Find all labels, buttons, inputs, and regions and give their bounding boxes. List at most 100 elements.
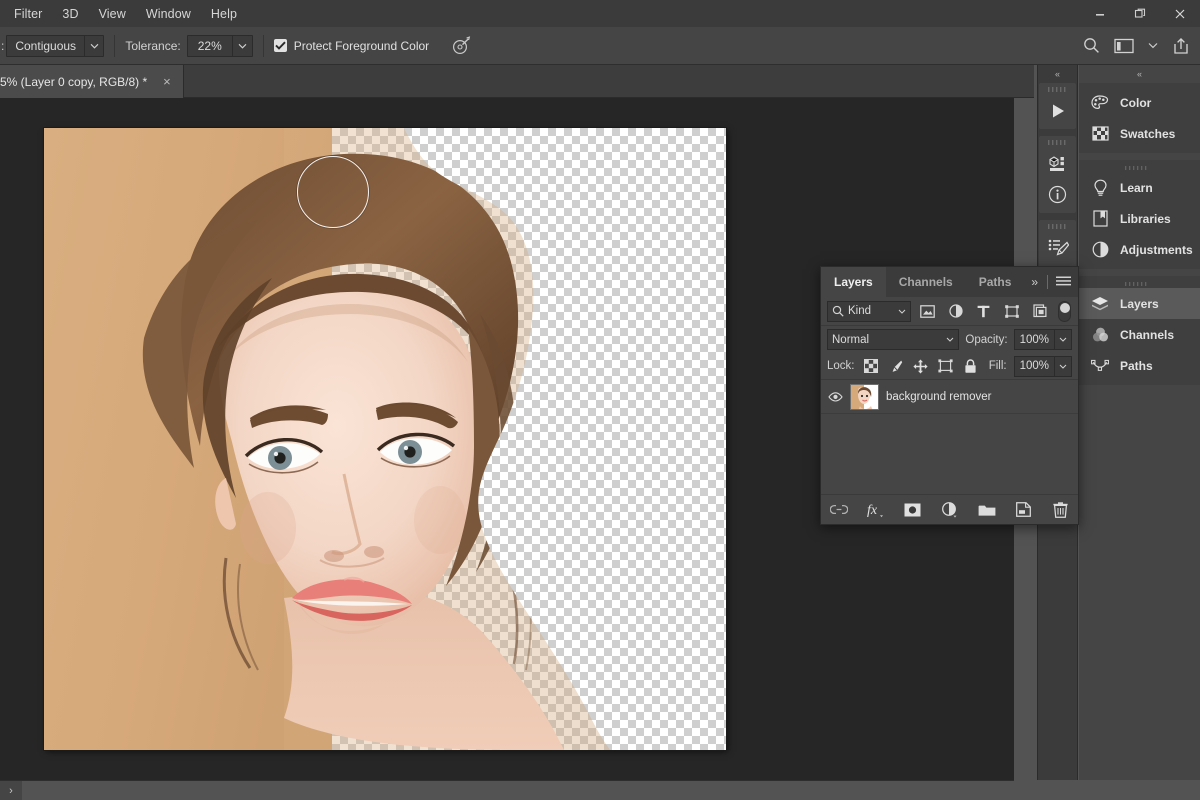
mini-dock-group-1 bbox=[1039, 83, 1076, 129]
panel-menu-icon[interactable] bbox=[1056, 276, 1071, 288]
close-icon bbox=[1175, 9, 1185, 18]
lock-transparency-button[interactable] bbox=[862, 357, 880, 376]
layer-style-fx-icon: fx bbox=[867, 503, 883, 518]
filter-enable-toggle[interactable] bbox=[1058, 300, 1071, 322]
filter-adjustment-button[interactable] bbox=[944, 301, 967, 322]
menu-item-window[interactable]: Window bbox=[136, 3, 201, 25]
tab-paths[interactable]: Paths bbox=[966, 267, 1025, 297]
tab-layers[interactable]: Layers bbox=[821, 267, 886, 297]
drag-grip-icon[interactable] bbox=[1047, 138, 1069, 147]
drag-grip-icon[interactable] bbox=[1079, 280, 1200, 288]
filter-kind-dropdown[interactable]: Kind bbox=[827, 300, 911, 322]
chevron-down-icon[interactable] bbox=[231, 35, 252, 56]
delete-layer-button[interactable] bbox=[1051, 500, 1071, 520]
brush-settings-button[interactable] bbox=[1039, 232, 1076, 263]
toggle-knob bbox=[1059, 302, 1070, 313]
rail-item-layers[interactable]: Layers bbox=[1079, 288, 1200, 319]
lock-row: Lock: Fill: 100% bbox=[821, 353, 1078, 380]
opacity-field[interactable]: 100% bbox=[1013, 329, 1072, 350]
minimize-button[interactable] bbox=[1080, 0, 1120, 27]
pressure-tablet-icon[interactable] bbox=[451, 35, 471, 56]
filter-smart-object-icon bbox=[1032, 304, 1047, 318]
swatches-grid-icon bbox=[1091, 126, 1109, 141]
artboard[interactable] bbox=[44, 128, 726, 750]
protect-foreground-checkbox-row[interactable]: Protect Foreground Color bbox=[273, 39, 429, 53]
rail-item-label: Channels bbox=[1120, 327, 1175, 342]
table-row[interactable]: background remover bbox=[821, 380, 1078, 414]
rail-item-adjustments[interactable]: Adjustments bbox=[1079, 234, 1200, 265]
close-button[interactable] bbox=[1160, 0, 1200, 27]
add-mask-button[interactable] bbox=[903, 500, 923, 520]
fill-field[interactable]: 100% bbox=[1013, 355, 1072, 377]
link-layers-button[interactable] bbox=[829, 500, 849, 520]
document-tab[interactable]: 5% (Layer 0 copy, RGB/8) * × bbox=[0, 65, 184, 98]
options-separator-1 bbox=[114, 34, 116, 57]
protect-foreground-checkbox[interactable] bbox=[273, 39, 287, 52]
filter-shape-button[interactable] bbox=[1000, 301, 1023, 322]
rail-item-label: Learn bbox=[1120, 180, 1153, 195]
lock-artboard-button[interactable] bbox=[937, 357, 955, 376]
lock-position-button[interactable] bbox=[912, 357, 930, 376]
search-icon bbox=[832, 305, 844, 317]
options-bar-right-icons bbox=[1083, 37, 1200, 55]
properties-3d-button[interactable] bbox=[1039, 148, 1076, 179]
new-layer-button[interactable] bbox=[1014, 500, 1034, 520]
portrait-image bbox=[44, 128, 610, 750]
layers-list[interactable]: background remover bbox=[821, 380, 1078, 494]
layer-style-fx-button[interactable]: fx bbox=[866, 500, 886, 520]
rail-item-label: Swatches bbox=[1120, 126, 1176, 141]
channels-venn-icon bbox=[1091, 327, 1109, 343]
lock-image-button[interactable] bbox=[887, 357, 905, 376]
document-tab-bar: 5% (Layer 0 copy, RGB/8) * × bbox=[0, 65, 1034, 98]
workspace-icon[interactable] bbox=[1114, 38, 1134, 54]
lock-position-icon bbox=[913, 359, 928, 373]
play-button[interactable] bbox=[1039, 95, 1076, 126]
rail-item-swatches[interactable]: Swatches bbox=[1079, 118, 1200, 149]
overflow-chevrons-icon[interactable]: » bbox=[1031, 275, 1039, 289]
menu-item-help[interactable]: Help bbox=[201, 3, 247, 25]
blend-mode-dropdown[interactable]: Normal bbox=[827, 329, 960, 350]
rail-item-channels[interactable]: Channels bbox=[1079, 319, 1200, 350]
drag-grip-icon[interactable] bbox=[1079, 164, 1200, 172]
lock-artboard-icon bbox=[938, 359, 953, 373]
menu-item-view[interactable]: View bbox=[89, 3, 136, 25]
search-icon[interactable] bbox=[1083, 37, 1100, 54]
layer-thumbnail[interactable] bbox=[850, 383, 879, 410]
contiguous-dropdown[interactable]: Contiguous bbox=[6, 34, 105, 57]
menu-item-3d[interactable]: 3D bbox=[52, 3, 88, 25]
new-adjustment-layer-button[interactable] bbox=[940, 500, 960, 520]
rail-item-label: Paths bbox=[1120, 358, 1153, 373]
rail-item-label: Adjustments bbox=[1120, 242, 1193, 257]
filter-pixel-button[interactable] bbox=[916, 301, 939, 322]
filter-type-button[interactable] bbox=[972, 301, 995, 322]
rail-item-learn[interactable]: Learn bbox=[1079, 172, 1200, 203]
rail-group-2: Learn Libraries Adjustments bbox=[1079, 160, 1200, 269]
rail-item-paths[interactable]: Paths bbox=[1079, 350, 1200, 381]
chevron-right-icon[interactable]: › bbox=[0, 780, 22, 800]
options-bar: : Contiguous Tolerance: 22% Protect Fore… bbox=[0, 27, 1200, 65]
menu-item-filter[interactable]: Filter bbox=[4, 3, 52, 25]
close-icon[interactable]: × bbox=[159, 75, 175, 88]
chevron-down-icon[interactable] bbox=[1148, 42, 1158, 49]
filter-smart-object-button[interactable] bbox=[1028, 301, 1051, 322]
share-icon[interactable] bbox=[1172, 37, 1190, 55]
eye-icon[interactable] bbox=[827, 391, 843, 402]
restore-button[interactable] bbox=[1120, 0, 1160, 27]
tab-channels[interactable]: Channels bbox=[886, 267, 966, 297]
mini-dock-collapse-icon[interactable]: « bbox=[1038, 65, 1077, 83]
rail-item-color[interactable]: Color bbox=[1079, 87, 1200, 118]
lock-all-icon bbox=[965, 358, 976, 373]
drag-grip-icon[interactable] bbox=[1047, 85, 1069, 94]
chevron-down-icon[interactable] bbox=[1054, 356, 1071, 376]
rail-collapse-icon[interactable]: « bbox=[1079, 65, 1200, 83]
drag-grip-icon[interactable] bbox=[1047, 222, 1069, 231]
tolerance-field[interactable]: 22% bbox=[186, 34, 253, 57]
new-group-button[interactable] bbox=[977, 500, 997, 520]
fill-label: Fill: bbox=[988, 360, 1007, 372]
lock-all-button[interactable] bbox=[962, 357, 980, 376]
document-tab-title: 5% (Layer 0 copy, RGB/8) * bbox=[0, 74, 148, 89]
info-button[interactable] bbox=[1039, 179, 1076, 210]
filter-pixel-icon bbox=[920, 304, 935, 318]
chevron-down-icon[interactable] bbox=[1054, 330, 1071, 349]
rail-item-libraries[interactable]: Libraries bbox=[1079, 203, 1200, 234]
